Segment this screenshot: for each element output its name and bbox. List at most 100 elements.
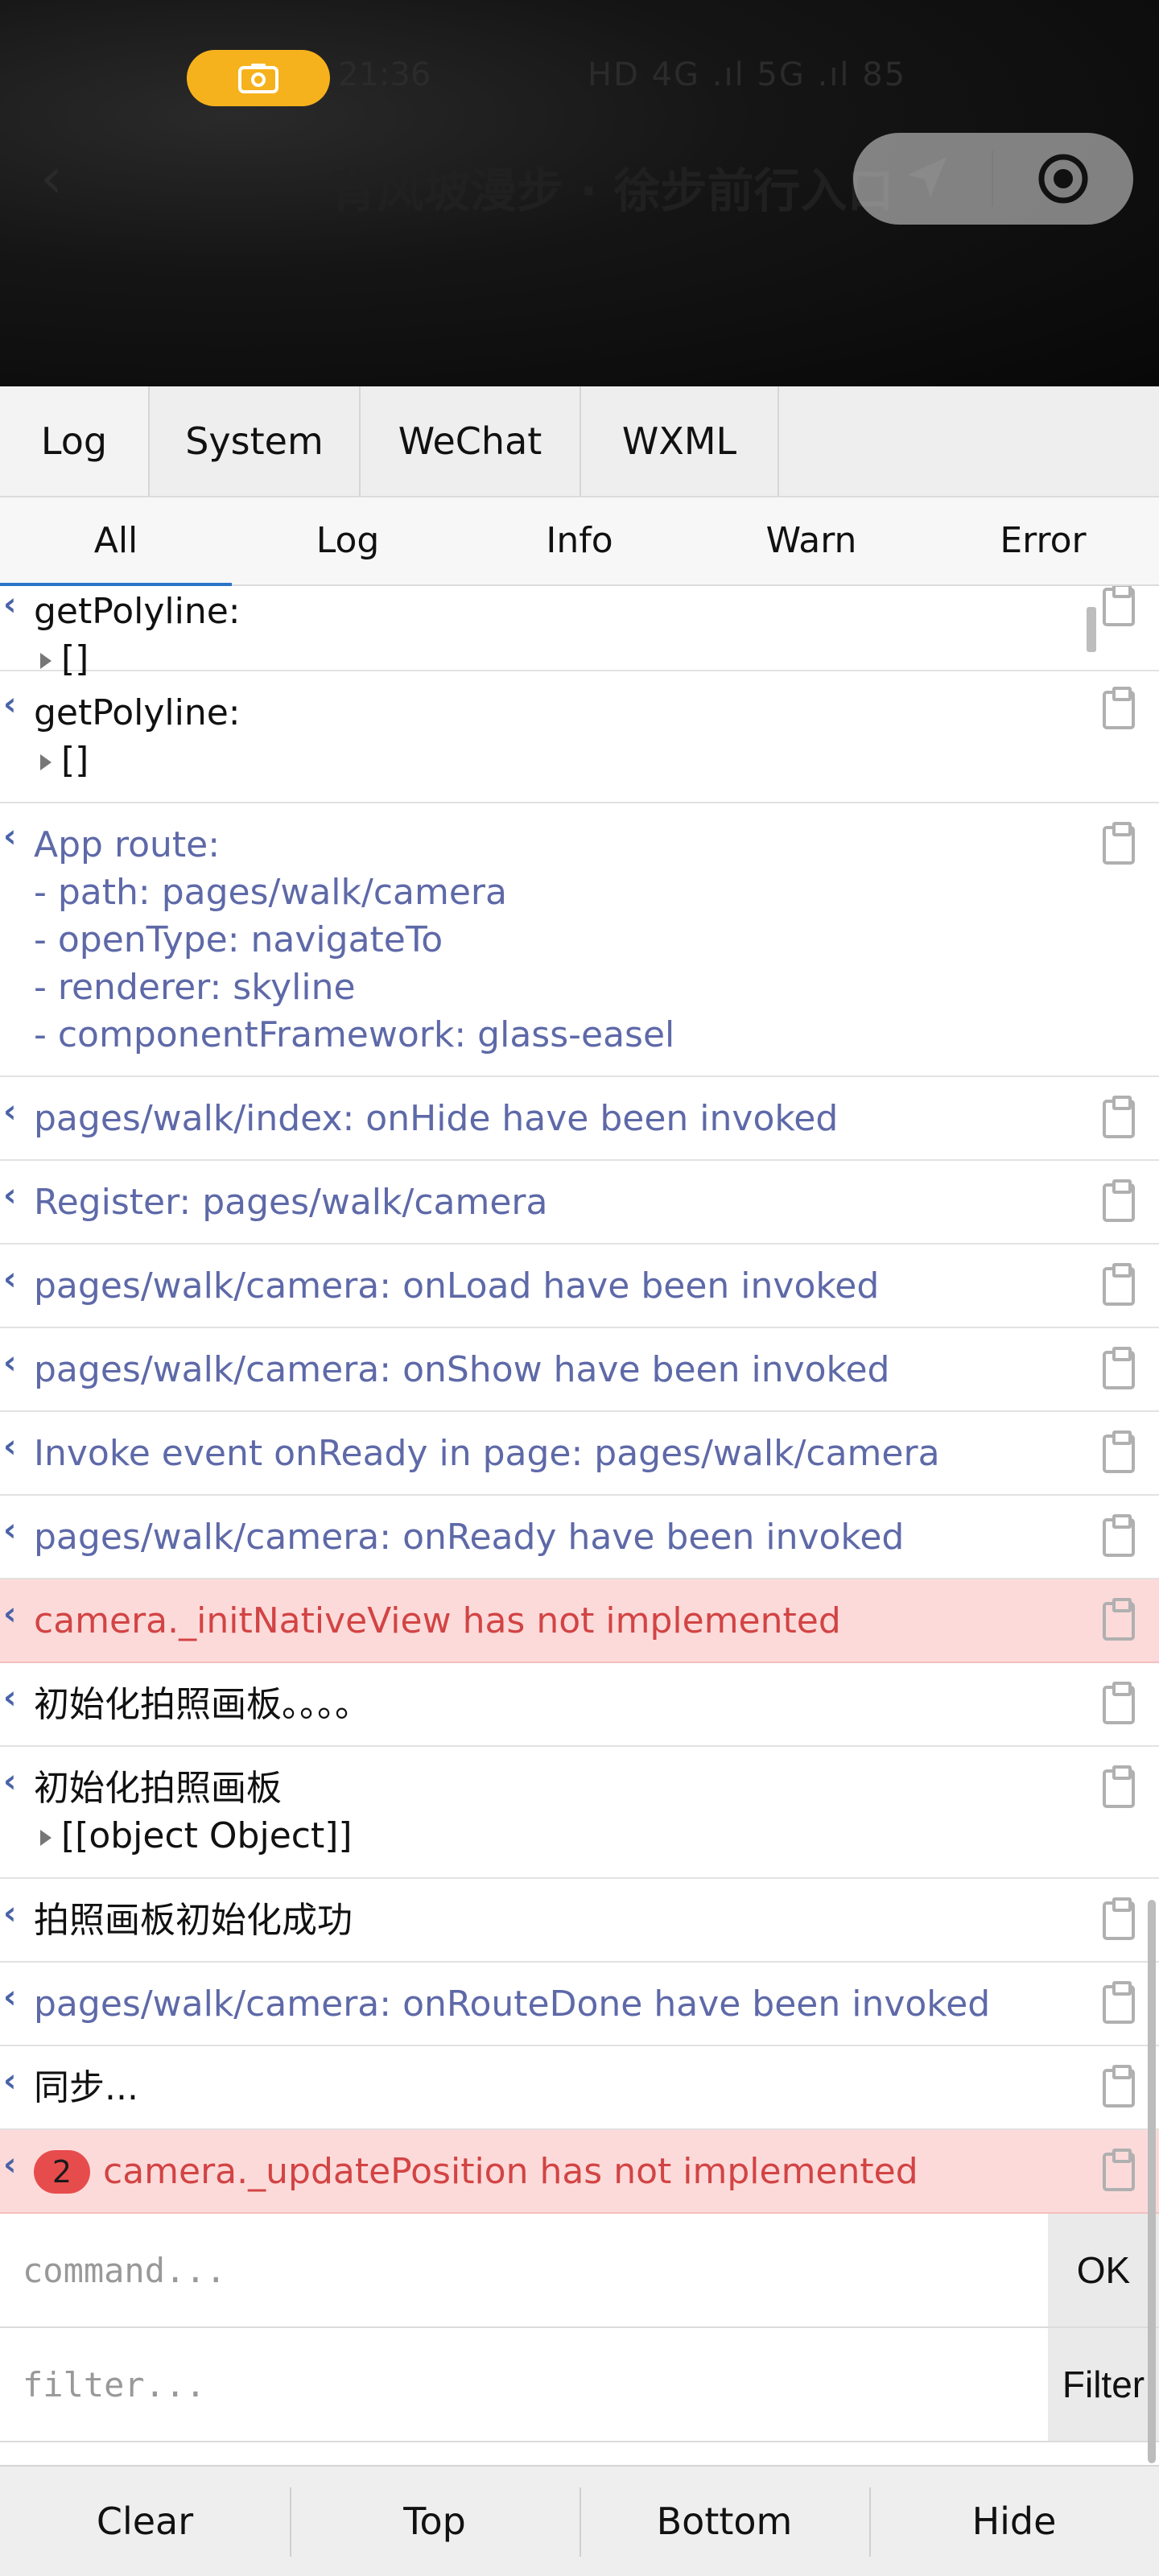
chevron-left-icon[interactable]: ‹ <box>3 1763 16 1800</box>
log-object-value: [] <box>61 740 89 781</box>
scroll-indicator <box>1087 607 1096 652</box>
log-entry[interactable]: ‹ pages/walk/camera: onRouteDone have be… <box>0 1963 1159 2046</box>
hide-button[interactable]: Hide <box>869 2467 1159 2576</box>
log-entry[interactable]: ‹ pages/walk/camera: onShow have been in… <box>0 1328 1159 1412</box>
camera-icon <box>238 64 278 93</box>
chevron-left-icon[interactable]: ‹ <box>3 1344 16 1381</box>
log-entry[interactable]: ‹ 同步... <box>0 2046 1159 2130</box>
chevron-left-icon[interactable]: ‹ <box>3 686 16 723</box>
log-entry[interactable]: ‹ pages/walk/index: onHide have been inv… <box>0 1077 1159 1161</box>
mini-program-capsule[interactable] <box>853 133 1133 225</box>
log-entry-error[interactable]: ‹ 2 camera._updatePosition has not imple… <box>0 2130 1159 2214</box>
chevron-left-icon[interactable]: ‹ <box>3 1093 16 1130</box>
tab-log[interactable]: Log <box>0 386 150 496</box>
log-entry[interactable]: ‹ Invoke event onReady in page: pages/wa… <box>0 1412 1159 1496</box>
chevron-left-icon[interactable]: ‹ <box>3 1428 16 1465</box>
bottom-button[interactable]: Bottom <box>580 2467 869 2576</box>
copy-icon[interactable] <box>1103 1179 1135 1222</box>
ok-button[interactable]: OK <box>1048 2214 1159 2326</box>
filter-info[interactable]: Info <box>464 497 695 584</box>
log-entry[interactable]: ‹ getPolyline: [] <box>0 586 1159 679</box>
clear-button[interactable]: Clear <box>0 2467 290 2576</box>
chevron-left-icon[interactable]: ‹ <box>3 1512 16 1549</box>
filter-log[interactable]: Log <box>232 497 464 584</box>
scrollbar[interactable] <box>1148 1900 1156 2463</box>
log-entry[interactable]: ‹ App route: - path: pages/walk/camera -… <box>0 803 1159 1077</box>
copy-icon[interactable] <box>1103 1263 1135 1306</box>
copy-icon[interactable] <box>1103 1682 1135 1724</box>
filter-all[interactable]: All <box>0 497 232 586</box>
filter-input[interactable] <box>0 2328 1046 2441</box>
log-object-line[interactable]: [[object Object]] <box>40 1812 353 1860</box>
filter-error[interactable]: Error <box>927 497 1159 584</box>
camera-recording-indicator <box>187 50 330 106</box>
filter-row: Filter <box>0 2328 1159 2442</box>
expand-triangle-icon[interactable] <box>40 1830 52 1846</box>
vconsole-panel: Log System WeChat WXML All Log Info Warn… <box>0 386 1159 2576</box>
expand-triangle-icon[interactable] <box>40 754 52 770</box>
copy-icon[interactable] <box>1103 586 1135 626</box>
log-entry[interactable]: ‹ pages/walk/camera: onReady have been i… <box>0 1496 1159 1579</box>
log-text: pages/walk/camera: onReady have been inv… <box>34 1517 905 1558</box>
log-text: 初始化拍照画板。。。。 <box>34 1684 370 1725</box>
log-text: - componentFramework: glass-easel <box>34 1014 675 1055</box>
copy-icon[interactable] <box>1103 2065 1135 2107</box>
filter-warn[interactable]: Warn <box>695 497 927 584</box>
camera-preview: 21:36 HD 4G .ıl 5G .ıl 85 ‹ 背风坡漫步 · 徐步前行… <box>0 0 1159 386</box>
tab-wxml[interactable]: WXML <box>581 386 779 496</box>
log-text: pages/walk/camera: onLoad have been invo… <box>34 1265 880 1307</box>
command-row: OK <box>0 2214 1159 2328</box>
record-icon[interactable] <box>1035 151 1091 207</box>
copy-icon[interactable] <box>1103 1981 1135 2024</box>
log-object-value: [[object Object]] <box>61 1815 353 1856</box>
copy-icon[interactable] <box>1103 1598 1135 1641</box>
copy-icon[interactable] <box>1103 1096 1135 1138</box>
log-text: 同步... <box>34 2067 138 2108</box>
chevron-left-icon[interactable]: ‹ <box>3 586 16 623</box>
chevron-left-icon[interactable]: ‹ <box>3 1177 16 1214</box>
top-button[interactable]: Top <box>290 2467 580 2576</box>
capsule-divider <box>992 151 993 207</box>
log-entry[interactable]: ‹ 拍照画板初始化成功 <box>0 1879 1159 1963</box>
copy-icon[interactable] <box>1103 687 1135 729</box>
chevron-left-icon[interactable]: ‹ <box>3 1679 16 1716</box>
copy-icon[interactable] <box>1103 1765 1135 1808</box>
log-entry-error[interactable]: ‹ camera._initNativeView has not impleme… <box>0 1579 1159 1663</box>
log-list[interactable]: ‹ getPolyline: [] ‹ getPolyline: [] ‹ Ap… <box>0 586 1159 2576</box>
copy-icon[interactable] <box>1103 822 1135 865</box>
chevron-left-icon[interactable]: ‹ <box>3 818 16 855</box>
copy-icon[interactable] <box>1103 2149 1135 2191</box>
copy-icon[interactable] <box>1103 1347 1135 1389</box>
log-text: Invoke event onReady in page: pages/walk… <box>34 1433 940 1474</box>
copy-icon[interactable] <box>1103 1430 1135 1473</box>
chevron-left-icon[interactable]: ‹ <box>3 1261 16 1298</box>
chevron-left-icon[interactable]: ‹ <box>3 1596 16 1633</box>
log-text: camera._initNativeView has not implement… <box>34 1600 841 1641</box>
copy-icon[interactable] <box>1103 1514 1135 1557</box>
log-text: - renderer: skyline <box>34 967 356 1008</box>
tab-wechat[interactable]: WeChat <box>361 386 581 496</box>
chevron-left-icon[interactable]: ‹ <box>3 2146 16 2183</box>
copy-icon[interactable] <box>1103 1897 1135 1940</box>
log-entry[interactable]: ‹ Register: pages/walk/camera <box>0 1161 1159 1245</box>
repeat-count-badge: 2 <box>34 2150 90 2194</box>
log-level-filters: All Log Info Warn Error <box>0 497 1159 586</box>
log-entry[interactable]: ‹ pages/walk/camera: onLoad have been in… <box>0 1245 1159 1328</box>
log-text: pages/walk/camera: onRouteDone have been… <box>34 1984 991 2025</box>
filter-button[interactable]: Filter <box>1048 2328 1159 2441</box>
status-icons: HD 4G .ıl 5G .ıl 85 <box>588 56 907 93</box>
log-entry[interactable]: ‹ getPolyline: [] <box>0 671 1159 803</box>
log-entry[interactable]: ‹ 初始化拍照画板 [[object Object]] <box>0 1747 1159 1879</box>
expand-triangle-icon[interactable] <box>40 653 52 669</box>
chevron-left-icon[interactable]: ‹ <box>3 1979 16 2016</box>
log-entry[interactable]: ‹ 初始化拍照画板。。。。 <box>0 1663 1159 1747</box>
command-input[interactable] <box>0 2214 1046 2326</box>
chevron-left-icon[interactable]: ‹ <box>3 1895 16 1932</box>
tab-system[interactable]: System <box>150 386 361 496</box>
log-object-line[interactable]: [] <box>40 737 89 784</box>
location-arrow-icon[interactable] <box>898 151 955 207</box>
log-text: Register: pages/walk/camera <box>34 1182 548 1223</box>
chevron-left-icon[interactable]: ‹ <box>3 2062 16 2099</box>
vconsole-tabbar: Log System WeChat WXML <box>0 386 1159 497</box>
status-time: 21:36 <box>338 56 431 93</box>
